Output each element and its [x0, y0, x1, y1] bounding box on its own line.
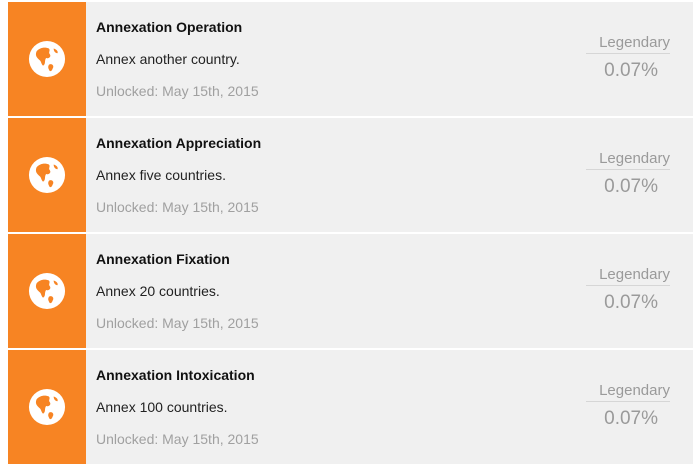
achievement-title: Annexation Appreciation — [96, 135, 262, 151]
achievement-unlocked-date: Unlocked: May 15th, 2015 — [96, 315, 259, 331]
achievement-title: Annexation Intoxication — [96, 367, 255, 383]
achievement-unlocked-date: Unlocked: May 15th, 2015 — [96, 83, 259, 99]
globe-icon — [28, 156, 66, 194]
achievement-title: Annexation Operation — [96, 19, 243, 35]
globe-icon — [28, 388, 66, 426]
achievement-body: Annexation Operation Annex another count… — [86, 2, 693, 116]
achievement-title: Annexation Fixation — [96, 251, 230, 267]
achievement-description: Annex five countries. — [96, 167, 226, 183]
achievement-rarity: Legendary — [586, 382, 670, 402]
achievement-row[interactable]: Annexation Appreciation Annex five count… — [8, 118, 693, 232]
achievement-percent: 0.07% — [604, 176, 658, 197]
achievement-body: Annexation Intoxication Annex 100 countr… — [86, 350, 693, 464]
achievement-body: Annexation Fixation Annex 20 countries. … — [86, 234, 693, 348]
achievement-description: Annex 100 countries. — [96, 399, 228, 415]
achievement-list: Annexation Operation Annex another count… — [0, 0, 693, 466]
achievement-unlocked-date: Unlocked: May 15th, 2015 — [96, 199, 259, 215]
achievement-row[interactable]: Annexation Fixation Annex 20 countries. … — [8, 234, 693, 348]
achievement-description: Annex another country. — [96, 51, 240, 67]
achievement-icon-tile — [8, 234, 86, 348]
achievement-body: Annexation Appreciation Annex five count… — [86, 118, 693, 232]
globe-icon — [28, 272, 66, 310]
achievement-percent: 0.07% — [604, 60, 658, 81]
achievement-row[interactable]: Annexation Intoxication Annex 100 countr… — [8, 350, 693, 464]
achievement-description: Annex 20 countries. — [96, 283, 220, 299]
achievement-unlocked-date: Unlocked: May 15th, 2015 — [96, 431, 259, 447]
achievement-icon-tile — [8, 118, 86, 232]
achievement-row[interactable]: Annexation Operation Annex another count… — [8, 2, 693, 116]
achievement-rarity: Legendary — [586, 34, 670, 54]
globe-icon — [28, 40, 66, 78]
achievement-rarity: Legendary — [586, 266, 670, 286]
achievement-percent: 0.07% — [604, 292, 658, 313]
achievement-icon-tile — [8, 350, 86, 464]
achievement-icon-tile — [8, 2, 86, 116]
achievement-rarity: Legendary — [586, 150, 670, 170]
achievement-percent: 0.07% — [604, 408, 658, 429]
